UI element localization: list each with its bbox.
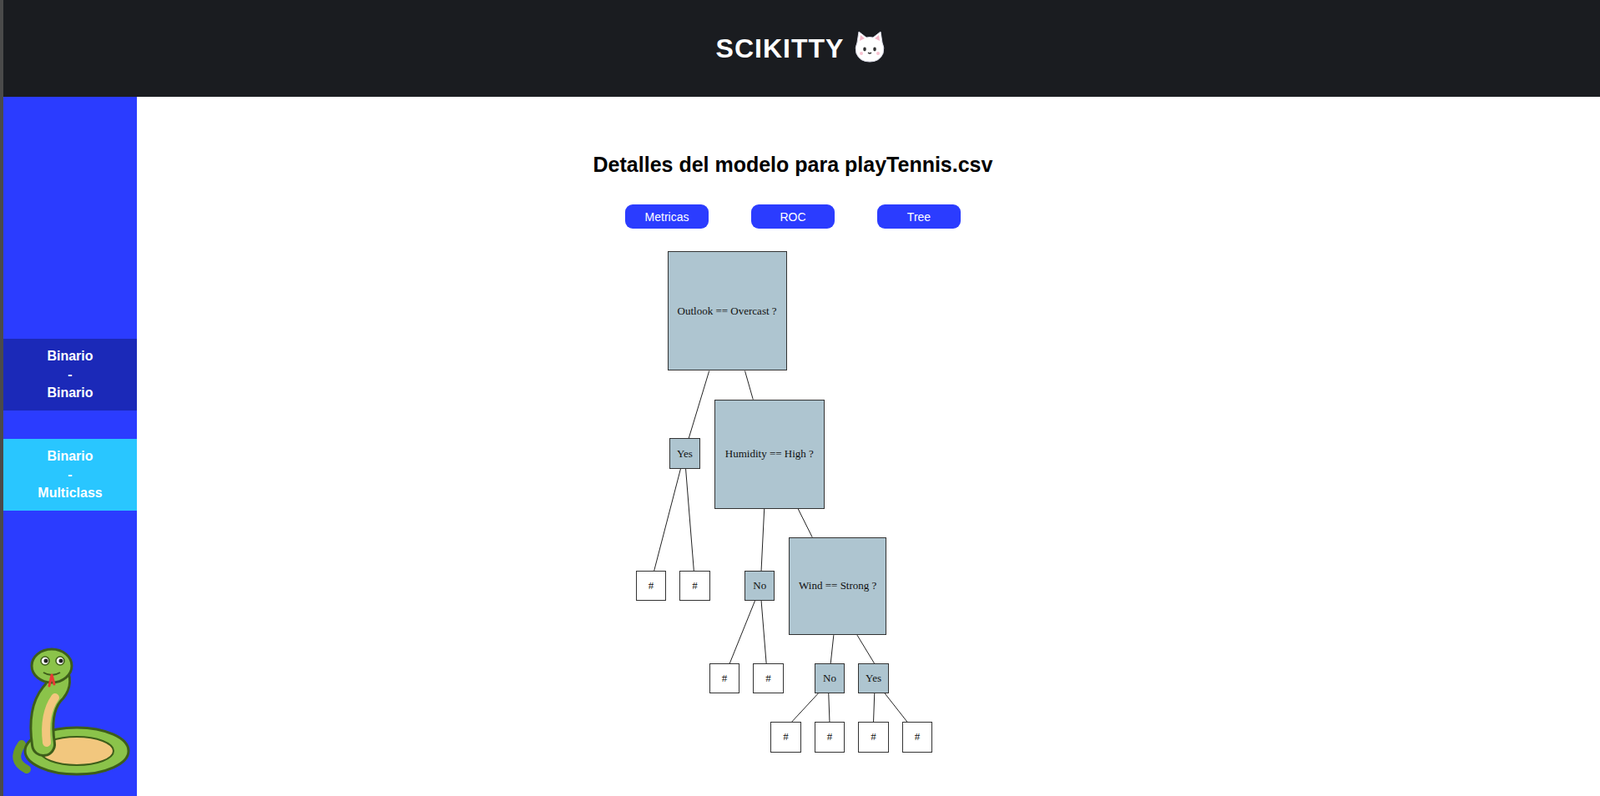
tree-edge: [688, 370, 709, 439]
page-title: Detalles del modelo para playTennis.csv: [593, 151, 994, 177]
header: SCIKITTY: [3, 0, 1600, 97]
main-content: Detalles del modelo para playTennis.csv M…: [136, 96, 1600, 796]
tree-node: #: [814, 721, 846, 753]
tree-node: Yes: [669, 438, 701, 470]
tree-edge: [873, 693, 875, 722]
tree-node: #: [752, 663, 784, 693]
sidebar: Binario-Binario Binario-Multiclass: [3, 96, 137, 796]
tree-edge: [654, 469, 682, 571]
cat-icon: [852, 29, 888, 68]
tree-edge: [792, 693, 819, 722]
tree-edge: [830, 635, 834, 664]
sidebar-item[interactable]: Binario-Binario: [3, 338, 137, 411]
tree-node: Wind == Strong ?: [788, 537, 887, 636]
tree-edge: [797, 509, 813, 538]
app-title: SCIKITTY: [716, 33, 845, 65]
tab-button[interactable]: Metricas: [625, 204, 709, 229]
tree-node: Humidity == High ?: [714, 399, 825, 510]
tree-edge: [729, 600, 756, 665]
tree-node: #: [635, 570, 667, 601]
decision-tree: Outlook == Overcast ? Yes Humidity == High…: [632, 249, 934, 759]
tab-button[interactable]: ROC: [751, 204, 835, 229]
tree-node: #: [902, 721, 934, 753]
tree-edge: [761, 600, 767, 665]
tab-button[interactable]: Tree: [877, 204, 961, 229]
sidebar-item[interactable]: Binario-Multiclass: [3, 439, 137, 511]
tree-node: #: [679, 570, 711, 601]
tab-bar: Metricas ROC Tree: [625, 204, 961, 229]
tree-node: Yes: [858, 663, 889, 693]
tree-edge: [828, 693, 830, 722]
page: SCIKITTY Binario-Binario Binario-Multicla…: [0, 0, 1600, 796]
tree-edge: [744, 370, 753, 399]
snake-icon: [3, 644, 137, 796]
tree-node: No: [744, 570, 774, 601]
tree-node: No: [814, 663, 846, 693]
tree-edge: [857, 635, 875, 664]
tree-node: #: [770, 721, 802, 753]
tree-node: #: [858, 721, 889, 753]
tree-edge: [884, 693, 908, 722]
tree-edge: [761, 509, 765, 572]
tree-node: #: [709, 663, 741, 693]
tree-edge: [686, 469, 695, 571]
tree-node: Outlook == Overcast ?: [667, 251, 788, 371]
